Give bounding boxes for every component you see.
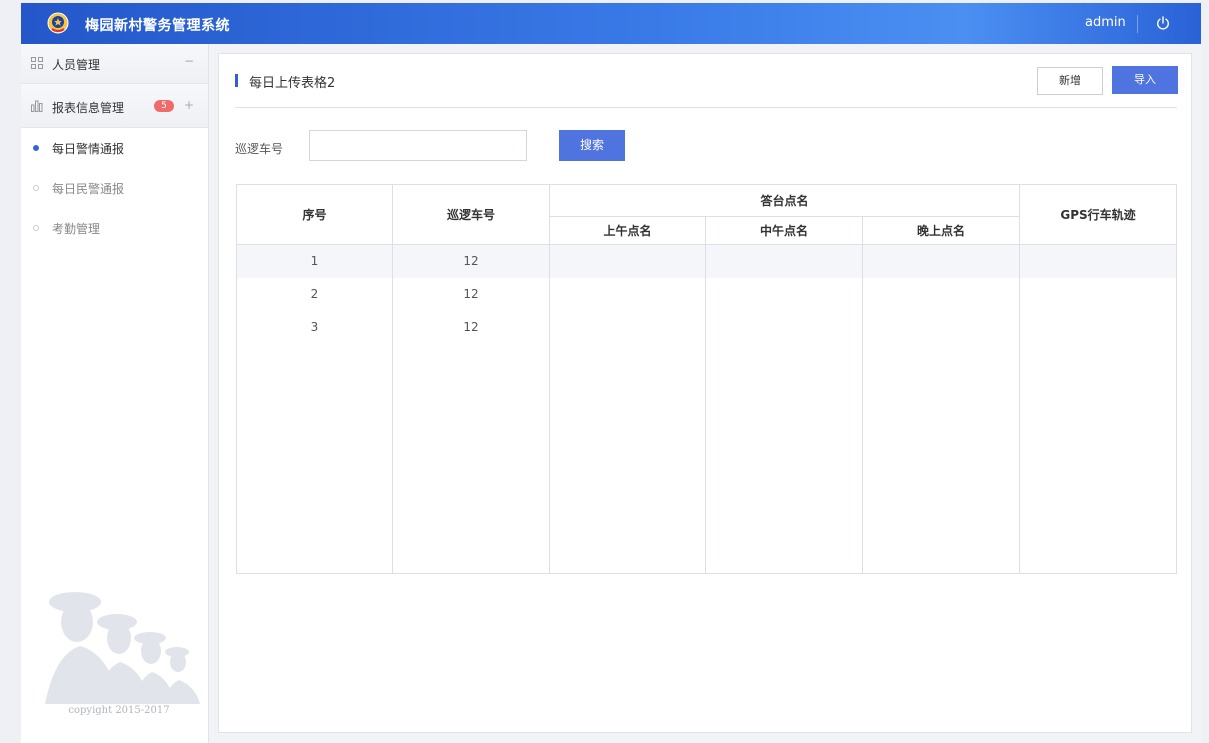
- collapse-icon[interactable]: −: [184, 54, 194, 68]
- top-bar: 梅园新村警务管理系统 admin: [21, 3, 1201, 44]
- table-cell: [705, 277, 863, 311]
- app-window: 梅园新村警务管理系统 admin 人员管理 − 报表信息管理 5 + 每日警情通…: [21, 3, 1201, 743]
- table-cell: [549, 277, 706, 311]
- table-cell: [861, 244, 1021, 278]
- expand-icon[interactable]: +: [184, 98, 194, 112]
- table-cell: 3: [236, 310, 393, 344]
- table-cell: [549, 310, 706, 344]
- table-cell: [549, 244, 706, 278]
- table-cell: 12: [392, 277, 550, 311]
- sidebar-item-daily-police-report[interactable]: 每日警情通报: [21, 128, 208, 168]
- title-accent-bar: [235, 74, 238, 87]
- table-row[interactable]: 2 12: [236, 277, 1178, 311]
- main-panel: 每日上传表格2 新增 导入 巡逻车号 搜索 序号 巡逻车号 答台点名 GPS行车…: [218, 53, 1192, 733]
- table-cell: [705, 244, 863, 278]
- sidebar: 人员管理 − 报表信息管理 5 + 每日警情通报 每日民警通报 考勤管理 cop…: [21, 44, 209, 743]
- bullet-icon: [33, 185, 39, 191]
- username-label[interactable]: admin: [1085, 15, 1126, 30]
- page-header: 每日上传表格2: [235, 68, 1177, 108]
- column-header: 中午点名: [705, 216, 863, 245]
- column-header: 巡逻车号: [392, 184, 550, 245]
- table-empty-area: [236, 343, 1178, 574]
- data-table: 序号 巡逻车号 答台点名 GPS行车轨迹 上午点名 中午点名 晚上点名 1 12: [236, 184, 1178, 574]
- sidebar-item-daily-officer-report[interactable]: 每日民警通报: [21, 168, 208, 208]
- table-cell: [861, 310, 1021, 344]
- police-officers-watermark: [45, 592, 200, 704]
- sidebar-item-label: 每日警情通报: [52, 142, 125, 156]
- table-cell: [861, 277, 1021, 311]
- header-divider: [1137, 15, 1138, 33]
- table-row[interactable]: 1 12: [236, 244, 1178, 278]
- page-title: 每日上传表格2: [249, 76, 336, 91]
- add-button[interactable]: 新增: [1037, 67, 1103, 95]
- sidebar-item-attendance[interactable]: 考勤管理: [21, 208, 208, 248]
- app-title: 梅园新村警务管理系统: [85, 18, 230, 34]
- sidebar-group-personnel[interactable]: 人员管理 −: [21, 44, 208, 84]
- table-row[interactable]: 3 12: [236, 310, 1178, 344]
- copyright-text: copyight 2015-2017: [68, 705, 170, 716]
- table-cell: 12: [392, 310, 550, 344]
- police-emblem-icon: [47, 12, 69, 34]
- table-cell: 1: [236, 244, 393, 278]
- bullet-icon: [33, 145, 39, 151]
- car-number-input[interactable]: [309, 130, 527, 161]
- bar-chart-icon: [31, 100, 43, 112]
- car-number-label: 巡逻车号: [235, 142, 284, 156]
- table-cell: [1019, 310, 1178, 344]
- bullet-icon: [33, 225, 39, 231]
- table-cell: 12: [392, 244, 550, 278]
- sidebar-item-label: 考勤管理: [52, 222, 101, 236]
- column-header: 序号: [236, 184, 393, 245]
- column-header: 晚上点名: [861, 216, 1021, 245]
- sidebar-item-label: 每日民警通报: [52, 182, 125, 196]
- table-cell: [1019, 277, 1178, 311]
- import-button[interactable]: 导入: [1112, 66, 1178, 94]
- sidebar-group-reports[interactable]: 报表信息管理 5 +: [21, 84, 208, 128]
- sidebar-group-label: 人员管理: [52, 58, 101, 72]
- notification-badge: 5: [154, 100, 174, 112]
- grid-icon: [31, 57, 43, 69]
- table-cell: 2: [236, 277, 393, 311]
- column-header: GPS行车轨迹: [1019, 184, 1178, 245]
- sidebar-group-label: 报表信息管理: [52, 101, 125, 115]
- table-cell: [1019, 244, 1178, 278]
- search-button[interactable]: 搜索: [559, 130, 625, 161]
- table-cell: [705, 310, 863, 344]
- column-header: 上午点名: [549, 216, 706, 245]
- column-group-header: 答台点名: [548, 184, 1021, 217]
- power-icon[interactable]: [1155, 15, 1171, 31]
